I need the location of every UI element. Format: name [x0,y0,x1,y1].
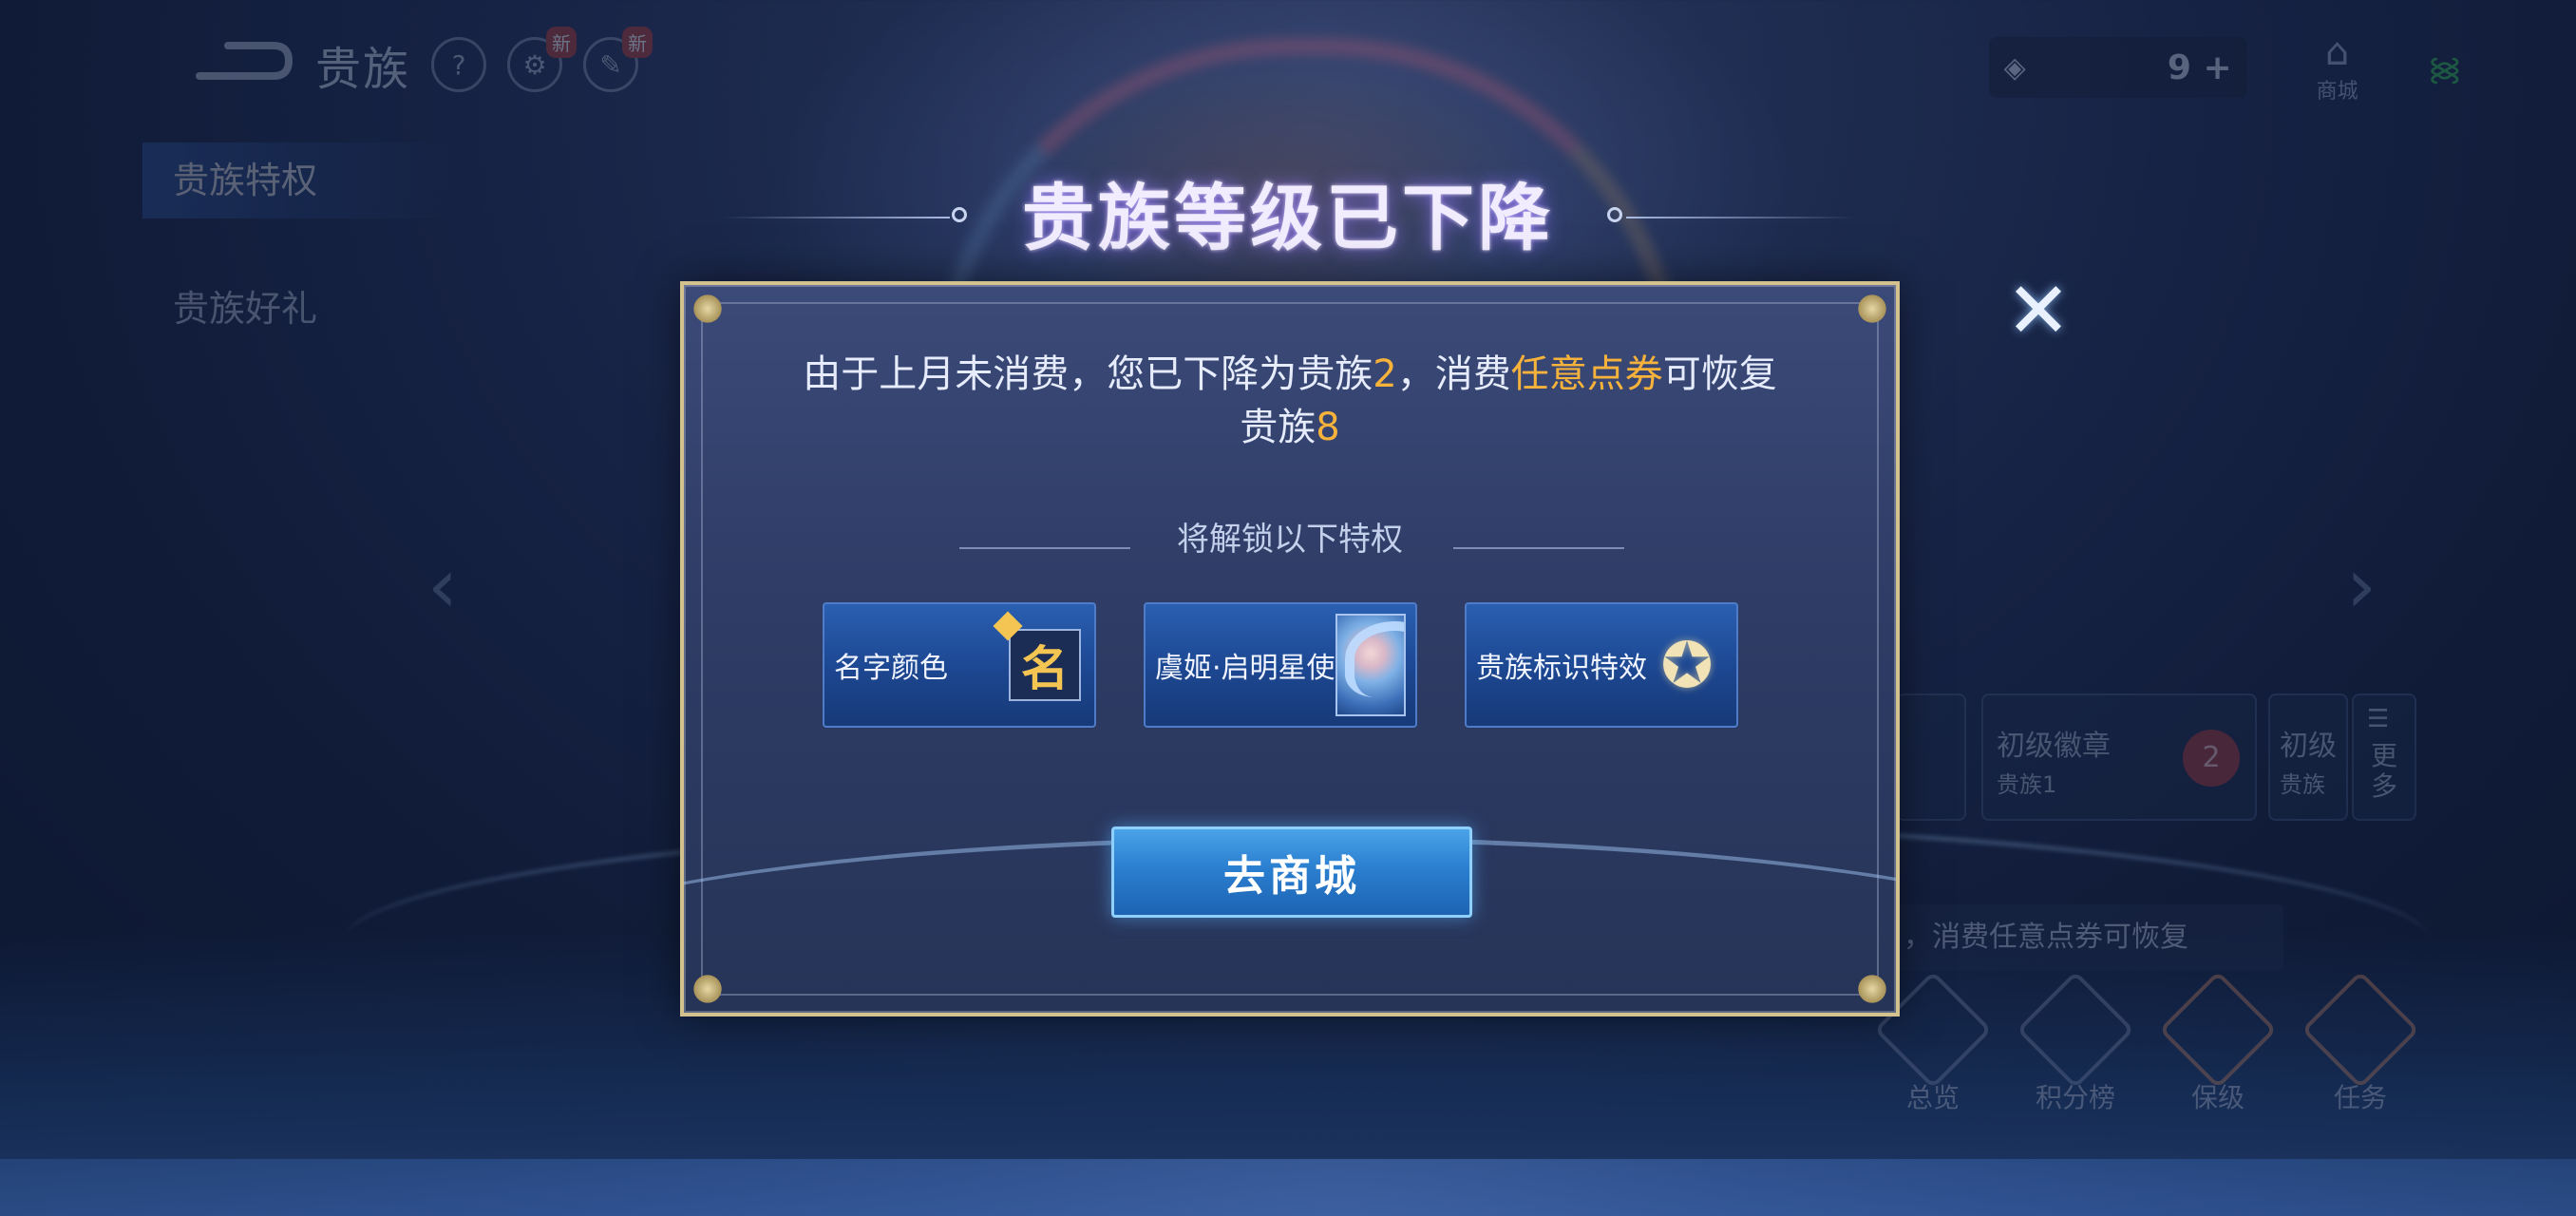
unlock-title: 将解锁以下特权 [1177,521,1403,559]
level-drop-message: 由于上月未消费，您已下降为贵族2，消费任意点券可恢复 贵族8 [684,348,1896,454]
name-color-icon: 名 [993,611,1085,705]
perk-label: 虞姬·启明星使 [1155,652,1335,685]
perk-label: 名字颜色 [834,652,948,685]
msg-highlight: 任意点券 [1510,352,1663,396]
modal-title: 贵族等级已下降 [1022,176,1554,260]
perk-noble-emblem[interactable]: 贵族标识特效 ✪ [1465,602,1738,728]
noble-emblem-icon: ✪ [1660,628,1714,702]
perk-name-color[interactable]: 名字颜色 名 [823,602,1096,728]
modal-title-wrap: 贵族等级已下降 [0,160,2576,264]
corner-ornament [1856,293,1888,325]
corner-ornament [691,293,724,325]
level-drop-dialog: 由于上月未消费，您已下降为贵族2，消费任意点券可恢复 贵族8 将解锁以下特权 名… [680,281,1900,1016]
perk-label: 贵族标识特效 [1476,652,1647,685]
perk-list: 名字颜色 名 虞姬·启明星使 贵族标识特效 ✪ [823,602,1738,728]
go-to-shop-button[interactable]: 去商城 [1111,826,1472,918]
close-button[interactable]: ✕ [2002,266,2074,356]
msg-level-restore: 8 [1316,406,1340,449]
name-icon-glyph: 名 [1021,641,1069,696]
msg-level-now: 2 [1373,352,1397,396]
close-icon: ✕ [2005,266,2072,356]
msg-part4: 贵族 [1240,406,1316,449]
perk-skin[interactable]: 虞姬·启明星使 [1144,602,1417,728]
skin-portrait-icon [1335,614,1406,716]
unlock-divider-right [1453,547,1624,549]
msg-part2: ，消费 [1396,352,1511,396]
msg-part3: 可恢复 [1662,352,1777,396]
msg-part1: 由于上月未消费，您已下降为贵族 [803,352,1373,396]
